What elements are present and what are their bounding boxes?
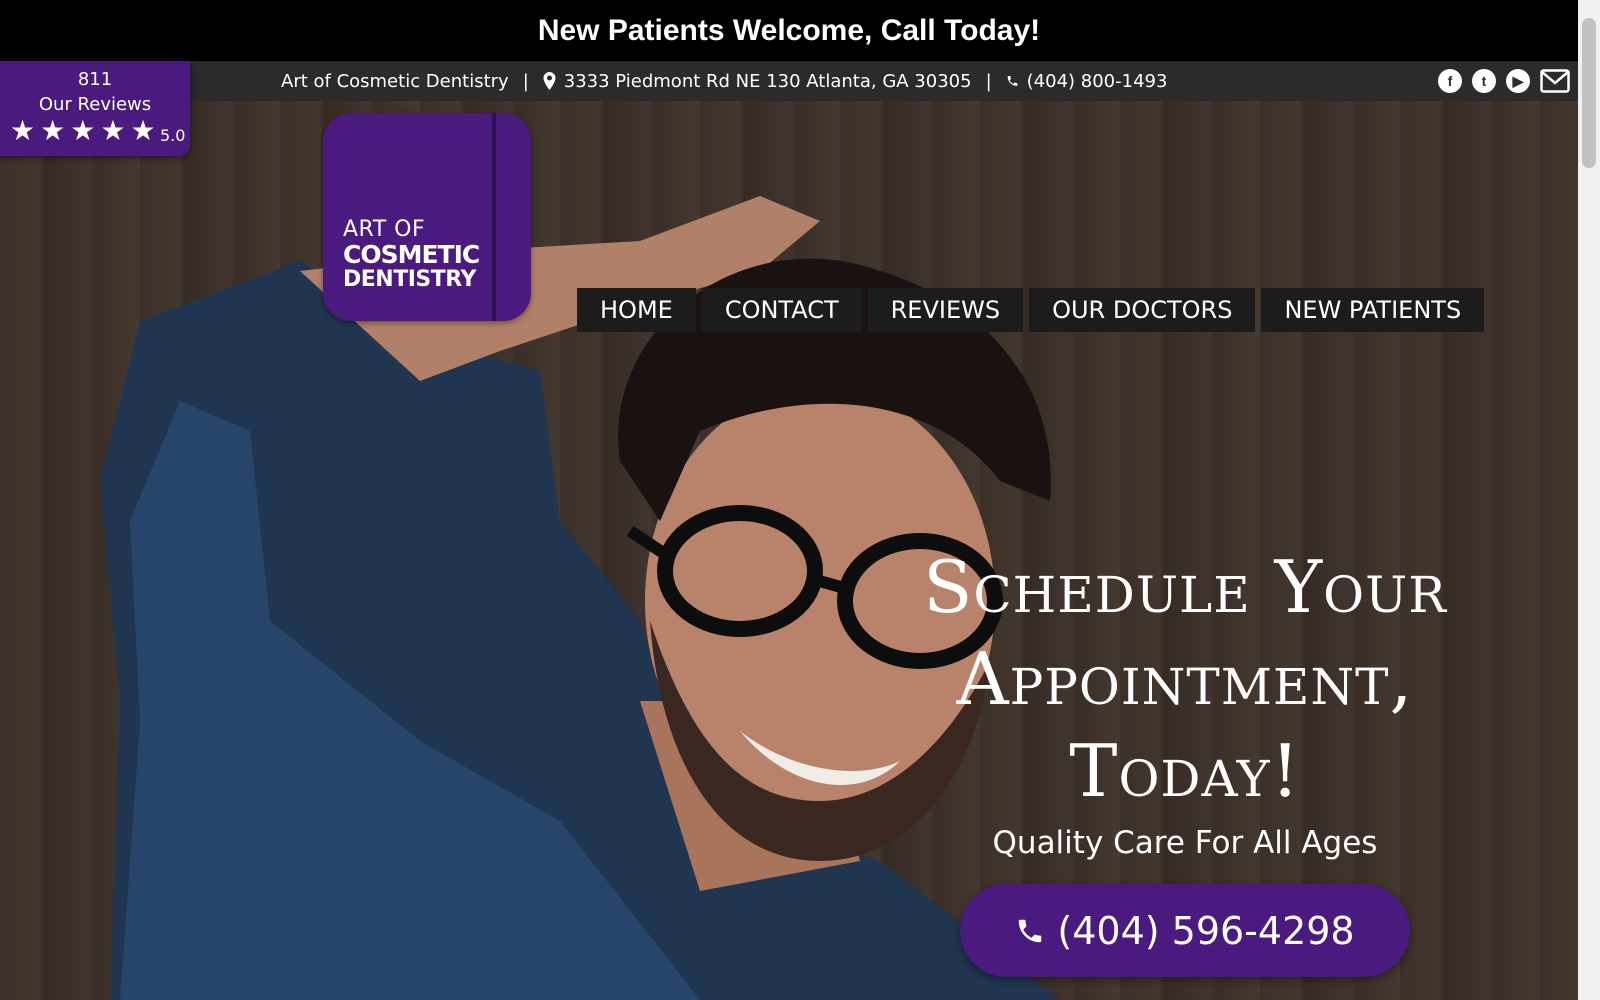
- call-now-button[interactable]: (404) 596-4298: [960, 884, 1410, 977]
- announcement-bar: New Patients Welcome, Call Today!: [0, 0, 1578, 61]
- phone-icon: [1019, 919, 1042, 942]
- info-bar: Art of Cosmetic Dentistry | 3333 Piedmon…: [0, 61, 1578, 101]
- hero-headline: Schedule Your Appointment, Today!: [860, 541, 1510, 817]
- headline-line-2: Appointment,: [956, 637, 1414, 721]
- address-link[interactable]: 3333 Piedmont Rd NE 130 Atlanta, GA 3030…: [564, 71, 972, 92]
- practice-name: Art of Cosmetic Dentistry: [281, 70, 509, 92]
- hero-section: Schedule Your Appointment, Today! Qualit…: [0, 101, 1578, 1000]
- logo-line-3: DENTISTRY: [343, 267, 476, 292]
- logo-divider: [492, 113, 496, 321]
- logo-line-2: COSMETIC: [343, 240, 480, 269]
- star-icon: ★: [10, 114, 36, 147]
- nav-new-patients[interactable]: NEW PATIENTS: [1261, 288, 1485, 332]
- nav-contact[interactable]: CONTACT: [701, 288, 862, 332]
- nav-home[interactable]: HOME: [577, 288, 696, 332]
- phone-icon: [1007, 76, 1018, 86]
- scrollbar-thumb[interactable]: [1582, 18, 1596, 168]
- social-links: f t ▶: [1438, 61, 1570, 101]
- main-nav: HOME CONTACT REVIEWS OUR DOCTORS NEW PAT…: [577, 288, 1485, 332]
- star-icon: ★: [100, 114, 126, 147]
- site-logo[interactable]: ART OF COSMETIC DENTISTRY: [323, 113, 531, 321]
- announcement-text: New Patients Welcome, Call Today!: [537, 13, 1041, 47]
- map-pin-icon: [543, 72, 556, 90]
- call-button-label: (404) 596-4298: [1057, 908, 1355, 953]
- star-rating: ★ ★ ★ ★ ★: [10, 117, 156, 145]
- logo-text: ART OF COSMETIC DENTISTRY: [343, 217, 480, 292]
- facebook-icon[interactable]: f: [1438, 69, 1462, 93]
- reviews-badge[interactable]: 811 Our Reviews ★ ★ ★ ★ ★ 5.0: [0, 61, 190, 156]
- twitter-icon[interactable]: t: [1472, 69, 1496, 93]
- contact-info: Art of Cosmetic Dentistry | 3333 Piedmon…: [281, 61, 1167, 101]
- youtube-icon[interactable]: ▶: [1506, 69, 1530, 93]
- reviews-label: Our Reviews: [38, 94, 152, 115]
- headline-line-3: Today!: [1069, 729, 1301, 813]
- headline-line-1: Schedule Your: [923, 545, 1447, 629]
- phone-link[interactable]: (404) 800-1493: [1027, 71, 1168, 92]
- nav-reviews[interactable]: REVIEWS: [867, 288, 1024, 332]
- review-count: 811: [77, 69, 113, 90]
- email-icon[interactable]: [1540, 69, 1570, 93]
- page-scrollbar[interactable]: [1578, 0, 1600, 1000]
- star-icon: ★: [70, 114, 96, 147]
- separator: |: [985, 70, 992, 92]
- rating-score: 5.0: [160, 126, 186, 145]
- nav-our-doctors[interactable]: OUR DOCTORS: [1029, 288, 1256, 332]
- star-icon: ★: [130, 114, 156, 147]
- logo-line-1: ART OF: [343, 217, 426, 242]
- hero-subheadline: Quality Care For All Ages: [992, 825, 1378, 861]
- star-icon: ★: [40, 114, 66, 147]
- separator: |: [522, 70, 529, 92]
